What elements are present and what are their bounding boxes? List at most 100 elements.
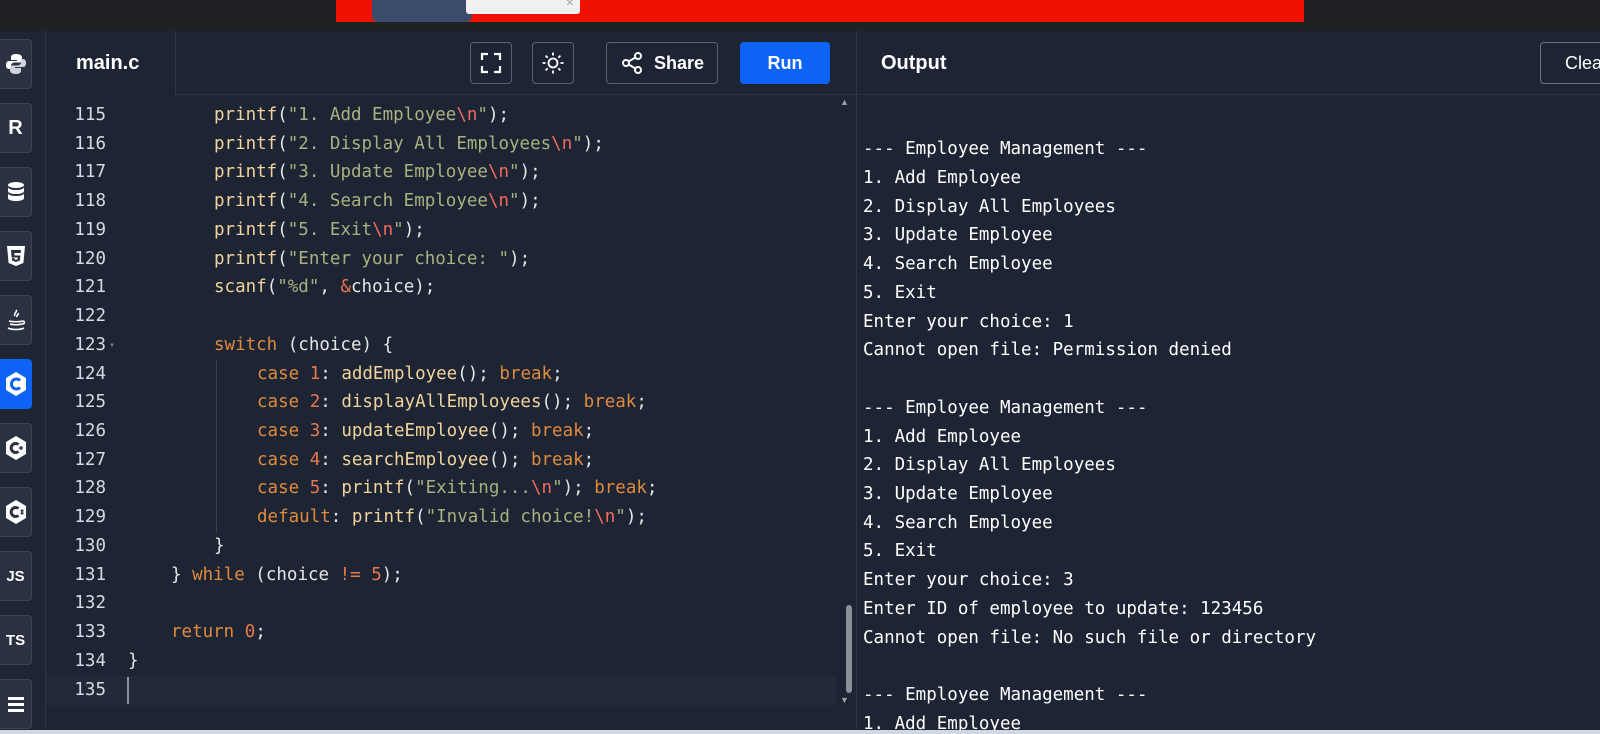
code-line[interactable]: 128 case 5: printf("Exiting...\n"); break… — [46, 474, 836, 503]
code-line[interactable]: 129 default: printf("Invalid choice!\n"); — [46, 503, 836, 532]
code-text: printf("Enter your choice: "); — [214, 245, 530, 274]
code-line[interactable]: 122 — [46, 302, 836, 331]
sidebar-language-html5[interactable] — [0, 231, 32, 281]
output-line: 5. Exit — [863, 541, 937, 562]
output-line: Cannot open file: Permission denied — [863, 340, 1232, 361]
code-token: : — [320, 421, 342, 442]
code-line[interactable]: 115 printf("1. Add Employee\n"); — [46, 101, 836, 130]
code-line[interactable]: 120 printf("Enter your choice: "); — [46, 245, 836, 274]
scroll-up-icon[interactable]: ▲ — [840, 97, 849, 107]
output-line: --- Employee Management --- — [863, 685, 1148, 706]
file-tab-main-c[interactable]: main.c — [46, 31, 176, 95]
fullscreen-button[interactable] — [470, 42, 512, 84]
code-line[interactable]: 119 printf("5. Exit\n"); — [46, 216, 836, 245]
code-editor[interactable]: 115 printf("1. Add Employee\n"); 116 printf… — [46, 95, 856, 734]
ad-image — [372, 0, 472, 22]
code-token: case — [257, 449, 310, 470]
code-text: scanf("%d", &choice); — [214, 273, 435, 302]
scrollbar-thumb[interactable] — [846, 605, 852, 693]
share-icon — [621, 52, 642, 74]
code-text: printf("4. Search Employee\n"); — [214, 187, 541, 216]
code-line[interactable]: 121 scanf("%d", &choice); — [46, 273, 836, 302]
output-line: Cannot open file: No such file or direct… — [863, 627, 1317, 648]
code-line[interactable]: 127 case 4: searchEmployee(); break; — [46, 446, 836, 475]
code-text: return 0; — [171, 618, 266, 647]
code-token: "3. Update Employee — [287, 162, 488, 183]
code-token: : — [320, 392, 342, 413]
line-number: 127 — [74, 449, 106, 470]
code-token: } — [128, 650, 139, 671]
code-token: ( — [277, 105, 288, 125]
code-token: } — [214, 535, 225, 556]
code-token: 5 — [309, 478, 321, 499]
sidebar-language-cpp[interactable] — [0, 423, 32, 473]
sidebar-language-csharp[interactable] — [0, 487, 32, 537]
code-token: \n — [487, 162, 510, 183]
code-token: " — [509, 191, 520, 212]
sidebar-language-java[interactable] — [0, 295, 32, 345]
code-text: case 4: searchEmployee(); break; — [257, 446, 594, 475]
code-token: "5. Exit — [287, 219, 373, 240]
code-line[interactable]: 116 printf("2. Display All Employees\n"); — [46, 130, 836, 159]
code-token: default — [257, 507, 331, 528]
output-line: 3. Update Employee — [863, 483, 1053, 504]
line-number: 128 — [74, 478, 106, 499]
sidebar-language-typescript[interactable]: TS — [0, 615, 32, 665]
editor-scrollbar[interactable]: ▲ ▼ — [836, 95, 856, 734]
ad-dialog: ✕ — [466, 0, 580, 14]
typescript-icon: TS — [5, 631, 26, 649]
line-number: 123 — [74, 334, 106, 355]
code-token: (); — [541, 392, 584, 413]
code-token: (); — [488, 421, 531, 442]
code-text: } — [214, 532, 225, 561]
code-line[interactable]: 126 case 3: updateEmployee(); break; — [46, 417, 836, 446]
line-number: 117 — [74, 162, 106, 183]
code-token: case — [257, 392, 310, 413]
code-text: } — [128, 647, 139, 676]
sql-icon — [6, 181, 26, 203]
code-line[interactable]: 125 case 2: displayAllEmployees(); break; — [46, 388, 836, 417]
sidebar-language-more-language[interactable] — [0, 679, 32, 729]
sidebar-language-r[interactable]: R — [0, 103, 32, 153]
sidebar-language-sql[interactable] — [0, 167, 32, 217]
code-text: case 1: addEmployee(); break; — [257, 360, 563, 389]
code-text: case 5: printf("Exiting...\n"); break; — [257, 474, 657, 503]
code-token: (); — [488, 449, 531, 470]
code-line[interactable]: 133 return 0; — [46, 618, 836, 647]
theme-toggle-button[interactable] — [532, 42, 574, 84]
javascript-icon: JS — [6, 567, 25, 585]
code-token: printf — [214, 248, 278, 269]
output-panel: --- Employee Management --- 1. Add Employ… — [856, 95, 1600, 734]
code-token: scanf — [214, 277, 267, 298]
fold-arrow-icon[interactable]: ▾ — [109, 331, 115, 360]
python-icon — [5, 53, 27, 75]
code-token: "Enter your choice: " — [287, 248, 510, 269]
code-token: ; — [255, 622, 266, 643]
ad-banner[interactable]: ✕ — [336, 0, 1304, 22]
code-line[interactable]: 118 printf("4. Search Employee\n"); — [46, 187, 836, 216]
code-line[interactable]: 130} — [46, 532, 836, 561]
code-token: \n — [551, 133, 573, 154]
sidebar-language-c[interactable] — [0, 359, 32, 409]
code-line[interactable]: 134} — [46, 647, 836, 676]
scroll-down-icon[interactable]: ▼ — [840, 695, 849, 705]
line-number: 122 — [74, 306, 106, 327]
share-button[interactable]: Share — [606, 42, 718, 84]
close-icon[interactable]: ✕ — [566, 0, 574, 9]
sidebar-language-javascript[interactable]: JS — [0, 551, 32, 601]
code-text: switch (choice) { — [214, 331, 393, 360]
code-token: \n — [372, 219, 394, 240]
code-token: ); — [519, 191, 541, 212]
code-line[interactable]: 124 case 1: addEmployee(); break; — [46, 360, 836, 389]
code-line[interactable]: 135 — [46, 675, 836, 705]
output-line: Enter ID of employee to update: 123456 — [863, 598, 1264, 619]
run-button[interactable]: Run — [740, 42, 830, 84]
code-token: ( — [277, 191, 288, 212]
code-token: ( — [277, 133, 288, 154]
code-line[interactable]: 117 printf("3. Update Employee\n"); — [46, 158, 836, 187]
code-line[interactable]: 123 ▾ switch (choice) { — [46, 331, 836, 360]
sidebar-language-python[interactable] — [0, 39, 32, 89]
code-line[interactable]: 131} while (choice != 5); — [46, 561, 836, 590]
code-line[interactable]: 132 — [46, 589, 836, 618]
clear-button[interactable]: Clear — [1540, 42, 1600, 84]
